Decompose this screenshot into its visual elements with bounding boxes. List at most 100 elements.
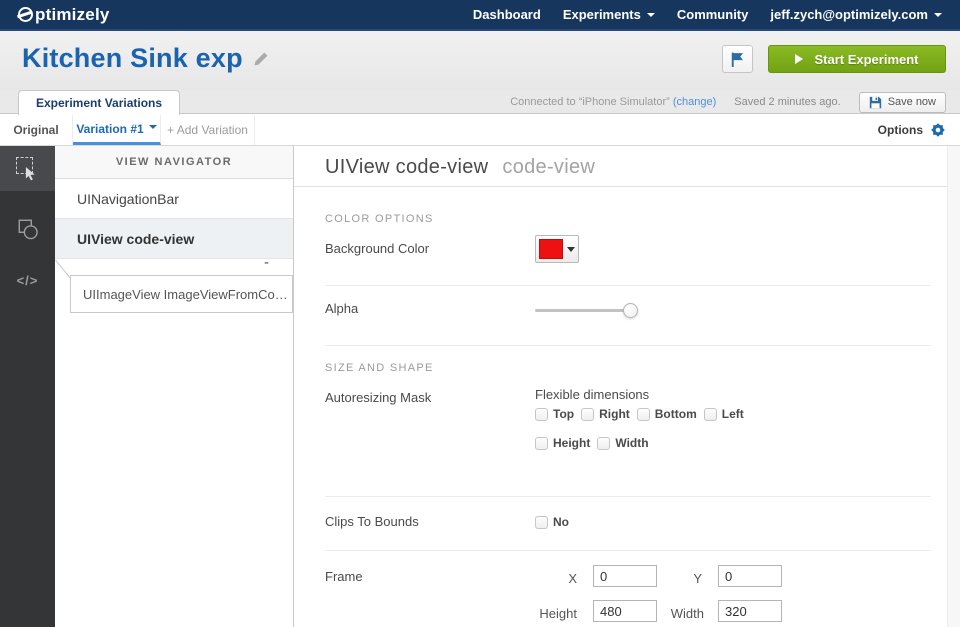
checkbox-icon bbox=[535, 516, 548, 529]
checkbox-icon bbox=[637, 408, 650, 421]
view-navigator-title: VIEW NAVIGATOR bbox=[55, 146, 293, 179]
section-size-and-shape: SIZE AND SHAPE bbox=[325, 362, 434, 374]
collapse-toggle[interactable]: - bbox=[264, 256, 269, 270]
flag-icon bbox=[729, 51, 746, 68]
account-menu[interactable]: jeff.zych@optimizely.com bbox=[770, 7, 942, 22]
flag-button[interactable] bbox=[722, 45, 753, 73]
caret-down-icon bbox=[149, 125, 157, 129]
checkbox-right[interactable]: Right bbox=[581, 407, 630, 421]
checkbox-no-label: No bbox=[553, 515, 569, 529]
optimizely-logo-icon bbox=[18, 7, 33, 22]
clips-checkbox-row: No bbox=[535, 515, 576, 529]
caret-down-icon bbox=[934, 13, 942, 17]
code-tool[interactable]: </> bbox=[0, 258, 55, 303]
alpha-slider[interactable] bbox=[535, 309, 635, 312]
autoresize-checkbox-row-2: Height Width bbox=[535, 436, 656, 450]
main-area: </> VIEW NAVIGATOR UINavigationBar UIVie… bbox=[0, 146, 960, 627]
inspector-title-primary: UIView code-view bbox=[325, 156, 488, 178]
account-email-label: jeff.zych@optimizely.com bbox=[770, 7, 928, 22]
checkbox-width-label: Width bbox=[615, 436, 648, 450]
add-variation-button[interactable]: + Add Variation bbox=[161, 115, 255, 145]
page-header: Kitchen Sink exp Start Experiment bbox=[0, 31, 960, 90]
select-cursor-icon bbox=[16, 157, 39, 180]
tab-variation-1-label: Variation #1 bbox=[76, 122, 143, 136]
start-experiment-label: Start Experiment bbox=[814, 52, 918, 67]
navigator-child-uiimageview[interactable]: UIImageView ImageViewFromCo… bbox=[70, 275, 293, 313]
save-disk-icon bbox=[869, 96, 882, 109]
app-root: ptimizely Dashboard Experiments Communit… bbox=[0, 0, 960, 627]
top-navigation-bar: ptimizely Dashboard Experiments Communit… bbox=[0, 0, 960, 31]
inspector-panel: UIView code-viewcode-view COLOR OPTIONS … bbox=[294, 146, 960, 627]
divider bbox=[294, 186, 960, 187]
inspector-title: UIView code-view code-view bbox=[325, 156, 595, 179]
options-button[interactable]: Options bbox=[878, 115, 946, 145]
page-title: Kitchen Sink exp bbox=[22, 43, 243, 74]
frame-y-input[interactable] bbox=[718, 565, 782, 587]
checkbox-clips-no[interactable]: No bbox=[535, 515, 569, 529]
play-icon bbox=[795, 54, 803, 64]
checkbox-height-label: Height bbox=[553, 436, 590, 450]
tab-experiment-variations[interactable]: Experiment Variations bbox=[18, 90, 180, 115]
tool-rail: </> bbox=[0, 146, 55, 627]
color-swatch-red bbox=[539, 239, 563, 259]
caret-down-icon bbox=[567, 247, 575, 252]
checkbox-bottom[interactable]: Bottom bbox=[637, 407, 697, 421]
view-navigator: VIEW NAVIGATOR UINavigationBar UIView co… bbox=[55, 146, 294, 627]
layers-tool[interactable] bbox=[0, 206, 55, 251]
logo-text: ptimizely bbox=[35, 5, 110, 25]
checkbox-top[interactable]: Top bbox=[535, 407, 574, 421]
divider bbox=[325, 550, 931, 551]
tab-variation-1[interactable]: Variation #1 bbox=[73, 115, 161, 145]
checkbox-icon bbox=[581, 408, 594, 421]
alpha-label: Alpha bbox=[325, 301, 358, 316]
autoresizing-mask-label: Autoresizing Mask bbox=[325, 390, 431, 405]
nav-item-experiments[interactable]: Experiments bbox=[563, 7, 655, 22]
background-color-label: Background Color bbox=[325, 241, 429, 256]
navigator-item-uiview-code-view[interactable]: UIView code-view bbox=[55, 219, 293, 259]
divider bbox=[325, 496, 931, 497]
frame-height-label: Height bbox=[519, 606, 577, 621]
checkbox-width[interactable]: Width bbox=[597, 436, 648, 450]
frame-y-label: Y bbox=[669, 571, 702, 586]
select-tool[interactable] bbox=[0, 146, 55, 191]
scrollbar-track[interactable] bbox=[947, 146, 960, 627]
gear-icon bbox=[930, 122, 946, 138]
save-now-button[interactable]: Save now bbox=[859, 92, 946, 113]
tab-original[interactable]: Original bbox=[0, 115, 73, 145]
background-color-picker[interactable] bbox=[535, 235, 579, 263]
checkbox-height[interactable]: Height bbox=[535, 436, 590, 450]
divider bbox=[325, 285, 931, 286]
frame-x-input[interactable] bbox=[593, 565, 657, 587]
start-experiment-button[interactable]: Start Experiment bbox=[768, 45, 946, 73]
frame-width-input[interactable] bbox=[718, 600, 782, 622]
checkbox-icon bbox=[704, 408, 717, 421]
caret-down-icon bbox=[647, 13, 655, 17]
connection-status: Connected to “iPhone Simulator” (change) bbox=[510, 96, 716, 108]
options-label: Options bbox=[878, 123, 923, 137]
edit-title-pencil-icon[interactable] bbox=[253, 51, 269, 67]
layers-icon bbox=[16, 217, 40, 241]
autoresize-checkbox-row-1: Top Right Bottom Left bbox=[535, 407, 751, 421]
connection-status-text: Connected to “iPhone Simulator” bbox=[510, 96, 670, 108]
checkbox-icon bbox=[535, 437, 548, 450]
optimizely-logo[interactable]: ptimizely bbox=[18, 5, 110, 25]
frame-x-label: X bbox=[544, 571, 577, 586]
inspector-title-secondary: code-view bbox=[502, 156, 595, 178]
variation-bar: Original Variation #1 + Add Variation Op… bbox=[0, 115, 960, 146]
flexible-dimensions-label: Flexible dimensions bbox=[535, 387, 649, 402]
section-color-options: COLOR OPTIONS bbox=[325, 213, 434, 225]
nav-item-community[interactable]: Community bbox=[677, 7, 749, 22]
change-link[interactable]: (change) bbox=[673, 96, 716, 108]
frame-width-label: Width bbox=[646, 606, 704, 621]
checkbox-right-label: Right bbox=[599, 407, 630, 421]
nav-item-dashboard[interactable]: Dashboard bbox=[473, 7, 541, 22]
checkbox-bottom-label: Bottom bbox=[655, 407, 697, 421]
alpha-slider-thumb[interactable] bbox=[623, 303, 638, 318]
checkbox-left[interactable]: Left bbox=[704, 407, 744, 421]
navigator-item-uinavigationbar[interactable]: UINavigationBar bbox=[55, 179, 293, 219]
nav-item-experiments-label: Experiments bbox=[563, 7, 641, 22]
clips-to-bounds-label: Clips To Bounds bbox=[325, 514, 419, 529]
checkbox-top-label: Top bbox=[553, 407, 574, 421]
checkbox-icon bbox=[597, 437, 610, 450]
divider bbox=[325, 345, 931, 346]
